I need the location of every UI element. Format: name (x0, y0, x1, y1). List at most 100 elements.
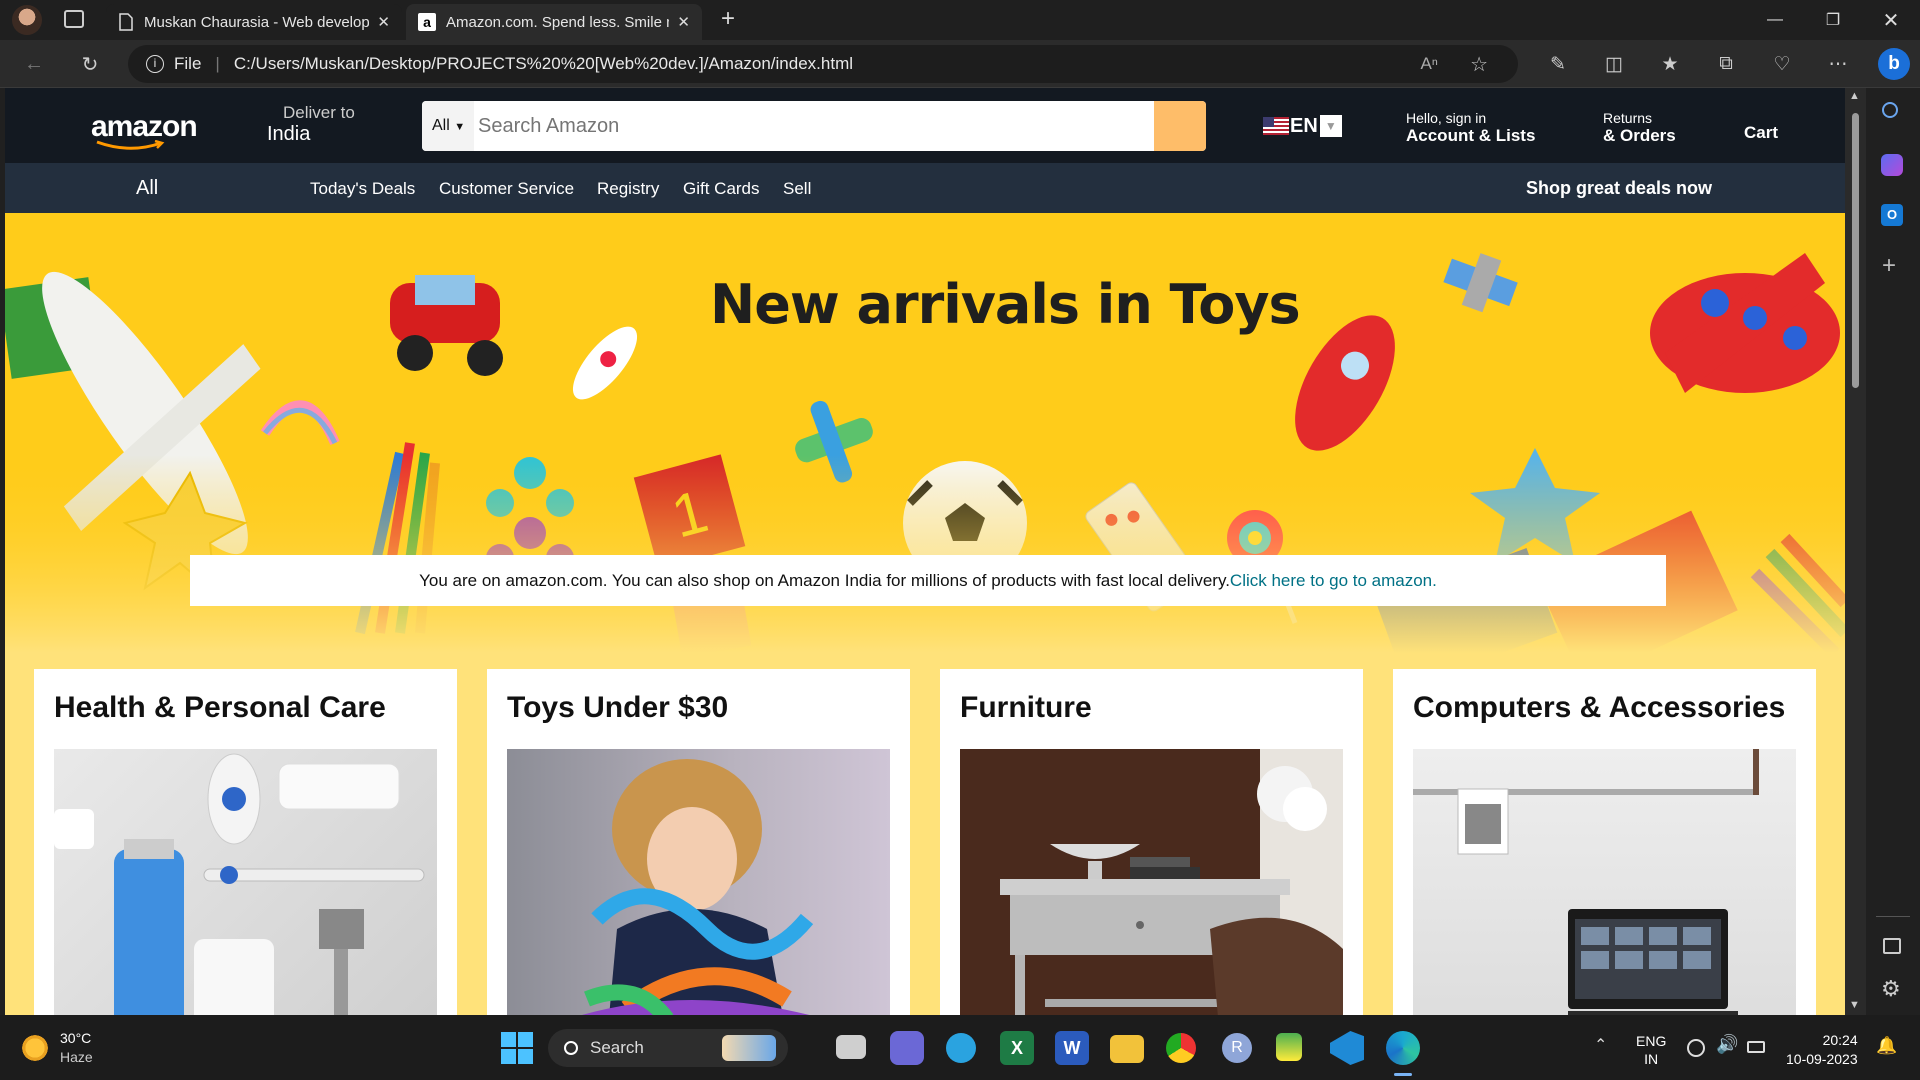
add-app-icon[interactable]: + (1882, 252, 1896, 280)
excel-icon[interactable]: X (1000, 1031, 1034, 1065)
account-label: Account & Lists (1406, 126, 1536, 145)
nav-link-sell[interactable]: Sell (783, 179, 811, 199)
split-screen-icon[interactable]: ◫ (1598, 48, 1630, 80)
region-notice: You are on amazon.com. You can also shop… (190, 555, 1666, 606)
nav-link-gift-cards[interactable]: Gift Cards (683, 179, 760, 199)
search-icon (564, 1041, 578, 1055)
amazon-logo[interactable]: amazon (91, 110, 201, 150)
cart-link[interactable]: Cart (1744, 123, 1778, 143)
restore-button[interactable]: ❐ (1804, 0, 1862, 40)
tab-actions-icon[interactable] (64, 10, 84, 28)
clock[interactable]: 20:24 10-09-2023 (1786, 1031, 1858, 1069)
returns-orders[interactable]: Returns & Orders (1603, 110, 1676, 146)
search-input[interactable] (474, 101, 1154, 151)
url-text[interactable]: C:/Users/Muskan/Desktop/PROJECTS%20%20[W… (234, 54, 853, 74)
account-lists[interactable]: Hello, sign in Account & Lists (1406, 110, 1535, 146)
anaconda-icon[interactable] (1276, 1033, 1302, 1061)
search-bar: All ▼ (422, 101, 1206, 151)
nav-link-todays-deals[interactable]: Today's Deals (310, 179, 415, 199)
card-image[interactable] (507, 749, 890, 1015)
scroll-down-arrow-icon[interactable]: ▼ (1849, 999, 1860, 1011)
scroll-up-arrow-icon[interactable]: ▲ (1849, 90, 1860, 102)
telegram-icon[interactable] (946, 1033, 976, 1063)
clock-time: 20:24 (1822, 1032, 1858, 1048)
all-menu-button[interactable]: All (136, 177, 158, 200)
windows-start-icon[interactable] (500, 1031, 534, 1065)
weather-desc: Haze (60, 1049, 93, 1065)
smile-arrow-icon (96, 140, 165, 150)
card-image[interactable] (1413, 749, 1796, 1015)
tab-amazon[interactable]: a Amazon.com. Spend less. Smile m ✕ (406, 4, 702, 40)
nav-link-registry[interactable]: Registry (597, 179, 659, 199)
chrome-icon[interactable] (1166, 1033, 1196, 1063)
more-menu-icon[interactable]: ⋯ (1822, 48, 1854, 80)
search-icon[interactable] (1882, 102, 1898, 118)
url-divider: | (215, 54, 220, 73)
volume-icon[interactable]: 🔊 (1716, 1034, 1738, 1055)
copilot-icon[interactable]: b (1878, 48, 1910, 80)
info-icon: i (146, 55, 164, 73)
refresh-button[interactable]: ↻ (74, 48, 106, 80)
outlook-icon[interactable]: O (1881, 204, 1903, 226)
copilot-app-icon[interactable] (1881, 154, 1903, 176)
search-button[interactable] (1154, 101, 1206, 151)
page-scrollbar[interactable]: ▲ ▼ (1845, 88, 1866, 1015)
r-app-icon[interactable]: R (1222, 1033, 1252, 1063)
new-tab-button[interactable]: + (712, 4, 744, 36)
deliver-to[interactable]: Deliver to India (267, 103, 355, 146)
chevron-down-icon: ▼ (454, 121, 466, 133)
lang-region: IN (1644, 1051, 1659, 1067)
battery-icon[interactable] (1747, 1041, 1765, 1053)
favorite-star-icon[interactable]: ☆ (1470, 52, 1488, 77)
taskbar-search-box[interactable]: Search (548, 1029, 788, 1067)
tab-title: Muskan Chaurasia - Web develop (144, 13, 370, 31)
tab-title: Amazon.com. Spend less. Smile m (446, 13, 670, 31)
computers-image (1413, 749, 1759, 1015)
word-icon[interactable]: W (1055, 1031, 1089, 1065)
hero-banner[interactable]: 1 New arrivals in Toys You are on amazon… (5, 213, 1845, 653)
scroll-thumb[interactable] (1852, 113, 1859, 388)
back-button[interactable]: ← (18, 48, 50, 80)
card-title: Health & Personal Care (54, 691, 386, 724)
collections-icon[interactable]: ⧉ (1710, 48, 1742, 80)
language-selector[interactable]: EN ▼ (1263, 114, 1342, 138)
file-explorer-icon[interactable] (1110, 1035, 1144, 1063)
lang-code: ENG (1636, 1033, 1667, 1049)
vscode-icon[interactable] (1330, 1031, 1364, 1065)
web-page: amazon Deliver to India All ▼ EN ▼ Hello… (5, 88, 1845, 1015)
close-tab-icon[interactable]: ✕ (377, 13, 390, 31)
minimize-button[interactable]: — (1746, 0, 1804, 40)
profile-avatar[interactable] (12, 5, 42, 35)
edge-icon[interactable] (1386, 1031, 1420, 1065)
close-window-button[interactable]: ✕ (1862, 0, 1920, 40)
shop-deals-link[interactable]: Shop great deals now (1526, 178, 1712, 199)
tab-portfolio[interactable]: Muskan Chaurasia - Web develop ✕ (106, 4, 402, 40)
hide-sidebar-icon[interactable] (1883, 938, 1901, 954)
category-card-furniture[interactable]: Furniture (940, 669, 1363, 1015)
search-category-select[interactable]: All ▼ (422, 101, 474, 151)
favorites-icon[interactable]: ★ (1654, 48, 1686, 80)
notifications-bell-icon[interactable]: 🔔 (1876, 1036, 1897, 1056)
card-image[interactable] (960, 749, 1343, 1015)
card-image[interactable] (54, 749, 437, 1015)
notice-link[interactable]: Click here to go to amazon. (1230, 571, 1437, 590)
extensions-icon[interactable]: ✎ (1542, 48, 1574, 80)
weather-widget[interactable]: 30°C Haze (20, 1029, 93, 1067)
nav-link-customer-service[interactable]: Customer Service (439, 179, 574, 199)
teams-chat-icon[interactable] (890, 1031, 924, 1065)
category-card-computers[interactable]: Computers & Accessories (1393, 669, 1816, 1015)
show-hidden-icons[interactable]: ⌃ (1594, 1035, 1607, 1055)
category-card-toys[interactable]: Toys Under $30 (487, 669, 910, 1015)
close-tab-icon[interactable]: ✕ (677, 13, 690, 31)
read-aloud-icon[interactable]: Aⁿ (1420, 54, 1438, 74)
task-view-icon[interactable] (836, 1035, 866, 1059)
input-language[interactable]: ENG IN (1636, 1032, 1666, 1068)
hero-title: New arrivals in Toys (710, 273, 1301, 336)
category-card-health[interactable]: Health & Personal Care (34, 669, 457, 1015)
amazon-a-icon: a (418, 13, 436, 31)
address-bar[interactable]: i File | C:/Users/Muskan/Desktop/PROJECT… (128, 45, 1518, 83)
settings-gear-icon[interactable]: ⚙ (1881, 976, 1901, 1002)
browser-essentials-icon[interactable]: ♡ (1766, 48, 1798, 80)
network-globe-icon[interactable] (1687, 1039, 1705, 1057)
weather-temp: 30°C (60, 1030, 92, 1046)
